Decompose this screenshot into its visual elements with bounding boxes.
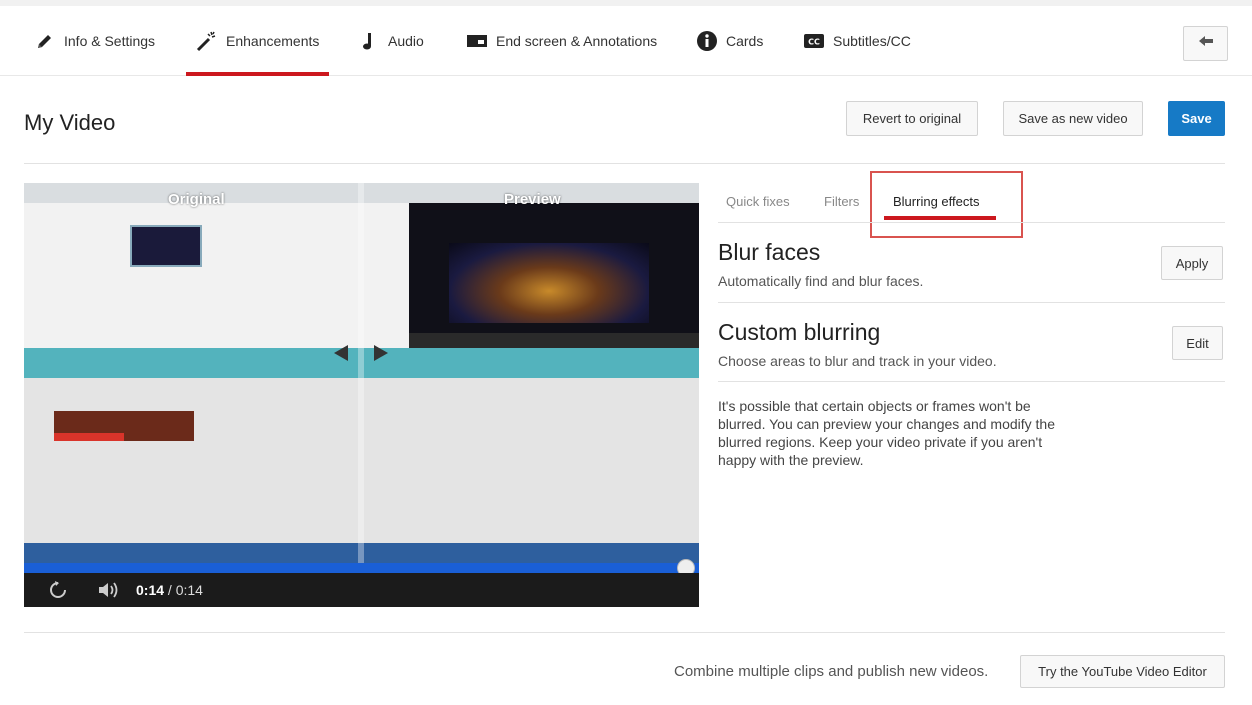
tab-label: Cards	[726, 32, 764, 49]
section-divider	[718, 302, 1225, 303]
blur-faces-description: Automatically find and blur faces.	[718, 273, 924, 289]
video-media-library	[24, 203, 409, 348]
video-editor-button[interactable]: Try the YouTube Video Editor	[1020, 655, 1225, 688]
subtab-filters[interactable]: Filters	[824, 194, 859, 209]
tab-label: Audio	[388, 32, 424, 49]
tab-label: Info & Settings	[64, 32, 156, 49]
tab-info-settings[interactable]: Info & Settings	[34, 6, 155, 75]
svg-text:CC: CC	[808, 37, 820, 46]
replay-icon[interactable]	[48, 580, 68, 605]
footer-text: Combine multiple clips and publish new v…	[674, 663, 989, 680]
volume-icon[interactable]	[97, 580, 121, 605]
top-nav: Info & Settings Enhancements Audio End s…	[0, 6, 1252, 76]
time-total: 0:14	[175, 582, 203, 598]
video-preview-controls	[409, 333, 699, 348]
original-label: Original	[168, 191, 225, 208]
end-screen-icon	[466, 30, 488, 52]
page-title: My Video	[24, 110, 116, 135]
blur-faces-title: Blur faces	[718, 239, 821, 265]
split-right-arrow-icon[interactable]	[372, 343, 390, 368]
save-as-new-button[interactable]: Save as new video	[1003, 101, 1143, 136]
highlight-box	[870, 171, 1023, 238]
video-split-divider[interactable]	[358, 183, 364, 563]
video-progress-bar[interactable]	[24, 563, 699, 573]
tab-audio[interactable]: Audio	[358, 6, 424, 75]
footer-divider	[24, 632, 1225, 633]
info-icon	[696, 30, 718, 52]
time-separator: /	[164, 582, 176, 598]
cc-icon: CC	[803, 30, 825, 52]
edit-button[interactable]: Edit	[1172, 326, 1223, 360]
video-media-thumbnail	[130, 225, 202, 267]
video-timeline-clip-audio	[54, 433, 124, 441]
apply-button[interactable]: Apply	[1161, 246, 1223, 280]
header-divider	[24, 163, 1225, 164]
custom-blurring-title: Custom blurring	[718, 319, 881, 345]
video-preview-pane	[409, 203, 699, 333]
tab-label: Enhancements	[226, 32, 320, 49]
tab-cards[interactable]: Cards	[696, 6, 763, 75]
back-button[interactable]	[1183, 26, 1228, 61]
time-current: 0:14	[136, 582, 165, 598]
tab-enhancements[interactable]: Enhancements	[185, 6, 330, 76]
preview-label: Preview	[504, 191, 561, 208]
tab-subtitles[interactable]: CC Subtitles/CC	[803, 6, 911, 75]
video-time: 0:14 / 0:14	[136, 582, 203, 598]
subtab-divider	[718, 222, 1225, 223]
section-divider-2	[718, 381, 1225, 382]
video-player[interactable]: Original Preview 0:14 / 0:14	[24, 183, 699, 607]
revert-button[interactable]: Revert to original	[846, 101, 978, 136]
custom-blurring-description: Choose areas to blur and track in your v…	[718, 353, 997, 369]
subtab-quick-fixes[interactable]: Quick fixes	[726, 194, 790, 209]
magic-wand-icon	[196, 30, 218, 52]
save-button[interactable]: Save	[1168, 101, 1225, 136]
video-controls: 0:14 / 0:14	[24, 573, 699, 607]
back-arrow-icon	[1197, 34, 1215, 53]
blur-disclaimer: It's possible that certain objects or fr…	[718, 398, 1055, 468]
tab-end-screen[interactable]: End screen & Annotations	[466, 6, 657, 75]
pencil-icon	[34, 30, 56, 52]
tab-label: End screen & Annotations	[496, 32, 658, 49]
tab-label: Subtitles/CC	[833, 32, 911, 49]
split-left-arrow-icon[interactable]	[332, 343, 350, 368]
music-note-icon	[358, 30, 380, 52]
